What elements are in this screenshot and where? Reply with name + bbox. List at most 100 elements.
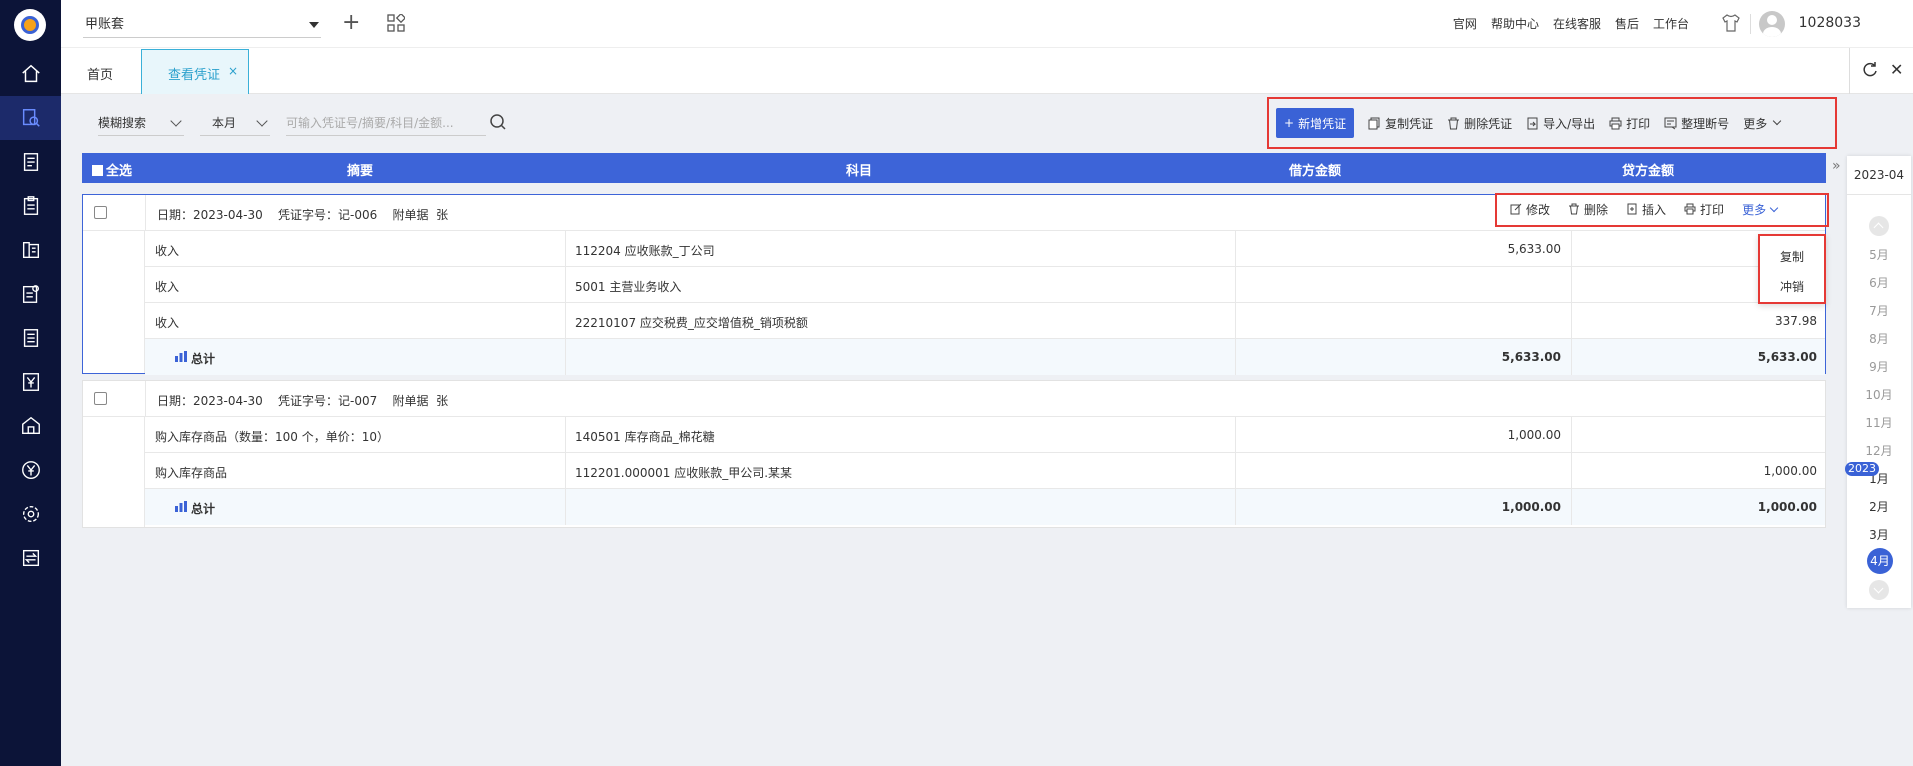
month-item[interactable]: 10月 xyxy=(1847,386,1911,403)
shirt-icon[interactable] xyxy=(1721,13,1741,33)
checkbox-column xyxy=(83,417,145,527)
app-logo[interactable] xyxy=(14,9,46,41)
column-divider xyxy=(145,195,146,230)
month-item-active[interactable]: 4月 xyxy=(1867,548,1893,574)
link-help-center[interactable]: 帮助中心 xyxy=(1491,15,1539,32)
row-more-button[interactable]: 更多 xyxy=(1742,201,1779,218)
year-badge: 2023 xyxy=(1845,462,1879,476)
row-print-button[interactable]: 打印 xyxy=(1684,201,1724,218)
more-button[interactable]: 更多 xyxy=(1743,115,1782,132)
nav-settings[interactable] xyxy=(0,492,61,536)
nav-voucher-search[interactable] xyxy=(0,96,61,140)
month-item[interactable]: 11月 xyxy=(1847,414,1911,431)
nav-notes[interactable] xyxy=(0,316,61,360)
col-summary: 摘要 xyxy=(347,164,374,179)
select-all-checkbox[interactable]: 全选 xyxy=(92,160,132,179)
print-label: 打印 xyxy=(1626,116,1651,131)
search-icon[interactable] xyxy=(488,112,508,132)
nav-clipboard[interactable] xyxy=(0,184,61,228)
chevron-down-icon xyxy=(170,115,182,127)
col-debit: 借方金额 xyxy=(1289,164,1342,179)
menu-item-reverse[interactable]: 冲销 xyxy=(1760,278,1824,295)
table-row: 收入 5001 主营业务收入 xyxy=(145,267,1825,303)
nav-ledger[interactable] xyxy=(0,140,61,184)
nav-report[interactable] xyxy=(0,272,61,316)
total-row: 总计 1,000.00 1,000.00 xyxy=(145,489,1825,525)
month-item[interactable]: 7月 xyxy=(1847,302,1911,319)
top-bar: 甲账套 + 官网 帮助中心 在线客服 售后 工作台 1028033 xyxy=(61,0,1913,48)
month-item[interactable]: 12月 xyxy=(1847,442,1911,459)
caret-down-icon xyxy=(309,22,319,28)
voucher-header: 日期：2023-04-30 凭证字号：记-007 附单据 张 xyxy=(83,381,1825,417)
nav-home[interactable] xyxy=(0,52,61,96)
refresh-icon[interactable] xyxy=(1860,60,1880,80)
document-search-icon xyxy=(22,109,40,127)
yen-circle-icon xyxy=(21,461,40,479)
notes-icon xyxy=(23,329,38,347)
chevron-down-icon[interactable] xyxy=(1869,580,1889,600)
import-export-button[interactable]: 导入/导出 xyxy=(1526,115,1595,132)
home-icon xyxy=(21,64,40,83)
voucher-rows: 收入 112204 应收账款_丁公司 5,633.00 收入 5001 主营业务… xyxy=(145,231,1825,375)
voucher-rows: 购入库存商品（数量：100 个，单价：10） 140501 库存商品_棉花糖 1… xyxy=(145,417,1825,525)
month-item[interactable]: 9月 xyxy=(1847,358,1911,375)
delete-voucher-button[interactable]: 删除凭证 xyxy=(1447,115,1512,132)
delete-button[interactable]: 删除 xyxy=(1568,201,1608,218)
link-workbench[interactable]: 工作台 xyxy=(1653,15,1689,32)
nav-finance[interactable] xyxy=(0,448,61,492)
month-item[interactable]: 8月 xyxy=(1847,330,1911,347)
account-select[interactable]: 甲账套 xyxy=(83,12,321,38)
tab-view-voucher-label: 查看凭证 xyxy=(168,68,221,83)
edit-button[interactable]: 修改 xyxy=(1510,201,1550,218)
tab-close-icon[interactable]: × xyxy=(228,64,238,78)
row-account: 5001 主营业务收入 xyxy=(575,280,682,294)
more-label: 更多 xyxy=(1743,116,1768,131)
nav-cash[interactable] xyxy=(0,360,61,404)
table-row: 购入库存商品 112201.000001 应收账款_甲公司.某某 1,000.0… xyxy=(145,453,1825,489)
link-official-site[interactable]: 官网 xyxy=(1453,15,1477,32)
nav-assets[interactable] xyxy=(0,404,61,448)
more-dropdown: 复制 冲销 xyxy=(1758,234,1826,304)
table-row: 收入 22210107 应交税费_应交增值税_销项税额 337.98 xyxy=(145,303,1825,339)
copy-voucher-button[interactable]: 复制凭证 xyxy=(1368,115,1433,132)
col-account: 科目 xyxy=(846,164,873,179)
search-mode-select[interactable]: 模糊搜索 xyxy=(98,110,184,136)
menu-item-copy[interactable]: 复制 xyxy=(1760,248,1824,265)
tab-home[interactable]: 首页 xyxy=(87,64,113,83)
month-item[interactable]: 5月 xyxy=(1847,246,1911,263)
reorder-icon xyxy=(1664,117,1677,129)
month-item[interactable]: 6月 xyxy=(1847,274,1911,291)
link-online-service[interactable]: 在线客服 xyxy=(1553,15,1601,32)
link-after-sales[interactable]: 售后 xyxy=(1615,15,1639,32)
top-divider xyxy=(1750,14,1751,34)
nav-transfer[interactable] xyxy=(0,536,61,580)
new-voucher-button[interactable]: + 新增凭证 xyxy=(1276,108,1355,138)
voucher-checkbox[interactable] xyxy=(94,392,107,405)
date-panel: 2023-04 5月 6月 7月 8月 9月 10月 11月 12月 1月 2月… xyxy=(1847,156,1911,608)
apps-grid-icon[interactable] xyxy=(387,14,405,32)
month-item[interactable]: 2月 xyxy=(1847,498,1911,515)
print-button[interactable]: 打印 xyxy=(1609,115,1650,132)
collapse-panel-icon[interactable]: » xyxy=(1832,158,1841,174)
close-all-icon[interactable]: ✕ xyxy=(1890,62,1903,78)
column-divider xyxy=(145,381,146,416)
user-id[interactable]: 1028033 xyxy=(1799,15,1861,31)
new-voucher-label: 新增凭证 xyxy=(1298,116,1347,131)
delete-voucher-label: 删除凭证 xyxy=(1464,116,1513,131)
insert-button[interactable]: 插入 xyxy=(1626,201,1666,218)
month-item[interactable]: 3月 xyxy=(1847,526,1911,543)
tab-view-voucher[interactable]: 查看凭证 × xyxy=(141,49,249,94)
nav-books[interactable] xyxy=(0,228,61,272)
select-all-label: 全选 xyxy=(106,164,133,179)
search-input[interactable] xyxy=(286,110,486,136)
row-debit: 1,000.00 xyxy=(1507,428,1561,442)
import-export-label: 导入/导出 xyxy=(1543,116,1596,131)
voucher-meta: 日期：2023-04-30 凭证字号：记-007 附单据 张 xyxy=(157,394,449,408)
chevron-up-icon[interactable] xyxy=(1869,216,1889,236)
period-select[interactable]: 本月 xyxy=(200,110,270,136)
reorder-numbers-button[interactable]: 整理断号 xyxy=(1664,115,1729,132)
voucher-checkbox[interactable] xyxy=(94,206,107,219)
add-account-button[interactable]: + xyxy=(342,12,360,34)
total-credit: 5,633.00 xyxy=(1757,350,1817,364)
avatar[interactable] xyxy=(1759,11,1785,37)
